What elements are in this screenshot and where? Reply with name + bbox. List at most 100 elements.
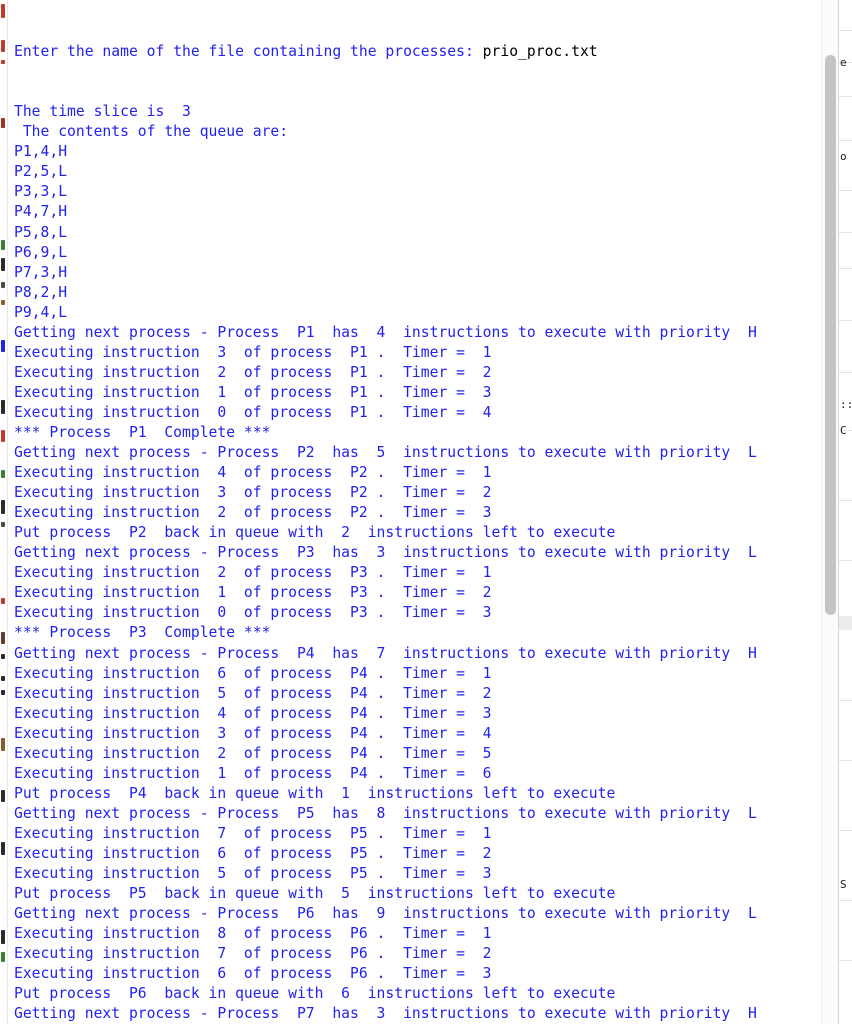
vertical-scrollbar[interactable] (821, 0, 838, 1024)
background-rule (839, 232, 852, 233)
gutter-change-mark (1, 300, 5, 305)
console-line: Executing instruction 0 of process P1 . … (14, 403, 492, 421)
console-output-area[interactable]: Enter the name of the file containing th… (8, 0, 821, 1024)
console-line: P5,8,L (14, 223, 68, 241)
console-line: P2,5,L (14, 163, 68, 181)
console-line: Put process P5 back in queue with 5 inst… (14, 885, 616, 903)
background-text-fragment: :: (840, 398, 852, 411)
background-text-fragment: e (840, 56, 847, 69)
gutter-change-mark (1, 60, 5, 64)
background-text-fragment: C (840, 424, 847, 437)
console-line: P7,3,H (14, 263, 68, 281)
scrollbar-thumb[interactable] (825, 55, 836, 615)
console-line: Getting next process - Process P4 has 7 … (14, 644, 757, 662)
console-line: Getting next process - Process P6 has 9 … (14, 905, 757, 923)
gutter-change-mark (1, 654, 5, 659)
console-line: Getting next process - Process P2 has 5 … (14, 444, 757, 462)
console-line: Executing instruction 3 of process P2 . … (14, 484, 492, 502)
background-rule (839, 830, 852, 831)
background-rule (839, 960, 852, 961)
gutter-change-mark (1, 738, 5, 751)
console-line: Executing instruction 7 of process P6 . … (14, 945, 492, 963)
gutter-change-mark (1, 258, 5, 271)
prompt-text: Enter the name of the file containing th… (14, 43, 483, 61)
console-line: Executing instruction 6 of process P5 . … (14, 844, 492, 862)
console-line: Put process P2 back in queue with 2 inst… (14, 524, 616, 542)
background-rule (839, 140, 852, 141)
background-rule (839, 760, 852, 761)
console-line: Executing instruction 1 of process P4 . … (14, 764, 492, 782)
console-line: Executing instruction 5 of process P5 . … (14, 865, 492, 883)
console-line: *** Process P3 Complete *** (14, 624, 271, 642)
console-line: P9,4,L (14, 303, 68, 321)
console-line: Executing instruction 4 of process P2 . … (14, 464, 492, 482)
console-line: P3,3,L (14, 183, 68, 201)
background-rule (839, 700, 852, 701)
gutter-change-mark (1, 790, 5, 802)
gutter-change-mark (1, 930, 5, 944)
console-line: Executing instruction 2 of process P3 . … (14, 564, 492, 582)
console-line: P4,7,H (14, 203, 68, 221)
console-line: Executing instruction 6 of process P4 . … (14, 664, 492, 682)
console-line: Put process P6 back in queue with 6 inst… (14, 985, 616, 1003)
console-line: Executing instruction 2 of process P1 . … (14, 363, 492, 381)
user-typed-filename: prio_proc.txt (482, 43, 598, 61)
console-line: Executing instruction 4 of process P4 . … (14, 704, 492, 722)
gutter-change-mark (1, 340, 5, 352)
console-line: Executing instruction 1 of process P3 . … (14, 584, 492, 602)
gutter-change-mark (1, 690, 5, 695)
console-line: Getting next process - Process P5 has 8 … (14, 804, 757, 822)
background-rule (839, 30, 852, 31)
gutter-change-mark (1, 470, 5, 478)
gutter-change-mark (1, 952, 5, 962)
background-rule (839, 500, 852, 501)
gutter-change-mark (1, 240, 5, 250)
console-line: P1,4,H (14, 143, 68, 161)
gutter-change-mark (1, 842, 5, 855)
console-window: Enter the name of the file containing th… (0, 0, 852, 1024)
gutter-change-mark (1, 500, 5, 514)
gutter-change-mark (1, 430, 5, 442)
console-line: The time slice is 3 (14, 103, 191, 121)
console-line: Executing instruction 0 of process P3 . … (14, 604, 492, 622)
console-prompt-line: Enter the name of the file containing th… (14, 42, 821, 62)
console-line: Executing instruction 2 of process P4 . … (14, 744, 492, 762)
console-line: Executing instruction 2 of process P2 . … (14, 504, 492, 522)
gutter-change-mark (1, 4, 5, 18)
gutter-change-mark (1, 598, 5, 604)
gutter-change-mark (1, 282, 5, 288)
console-line: The contents of the queue are: (14, 123, 289, 141)
console-line: Getting next process - Process P3 has 3 … (14, 544, 757, 562)
console-line: Executing instruction 7 of process P5 . … (14, 824, 492, 842)
gutter-change-mark (1, 632, 5, 644)
background-rule (839, 190, 852, 191)
console-line: Executing instruction 1 of process P1 . … (14, 383, 492, 401)
console-text: Enter the name of the file containing th… (8, 0, 821, 1024)
console-line: Executing instruction 8 of process P6 . … (14, 925, 492, 943)
background-window-content: eo:: CS (839, 0, 852, 1024)
console-line: Getting next process - Process P7 has 3 … (14, 1005, 757, 1023)
background-text-fragment: S (840, 878, 847, 891)
background-band (839, 616, 852, 630)
editor-change-gutter (0, 0, 8, 1024)
background-text-fragment: o (840, 150, 847, 163)
background-rule (839, 372, 852, 373)
gutter-change-mark (1, 400, 5, 414)
background-rule (839, 560, 852, 561)
background-rule (839, 268, 852, 269)
gutter-change-mark (1, 676, 5, 681)
console-line: Getting next process - Process P1 has 4 … (14, 323, 757, 341)
console-line: Put process P4 back in queue with 1 inst… (14, 784, 616, 802)
gutter-change-mark (1, 522, 5, 527)
console-line: Executing instruction 5 of process P4 . … (14, 684, 492, 702)
console-line: Executing instruction 3 of process P1 . … (14, 343, 492, 361)
console-line: Executing instruction 3 of process P4 . … (14, 724, 492, 742)
background-rule (839, 900, 852, 901)
gutter-change-mark (1, 40, 5, 52)
console-line: Executing instruction 6 of process P6 . … (14, 965, 492, 983)
console-line: P8,2,H (14, 283, 68, 301)
background-rule (839, 320, 852, 321)
gutter-change-mark (1, 118, 5, 128)
console-line: *** Process P1 Complete *** (14, 423, 271, 441)
background-window-sliver[interactable]: eo:: CS (838, 0, 852, 1024)
